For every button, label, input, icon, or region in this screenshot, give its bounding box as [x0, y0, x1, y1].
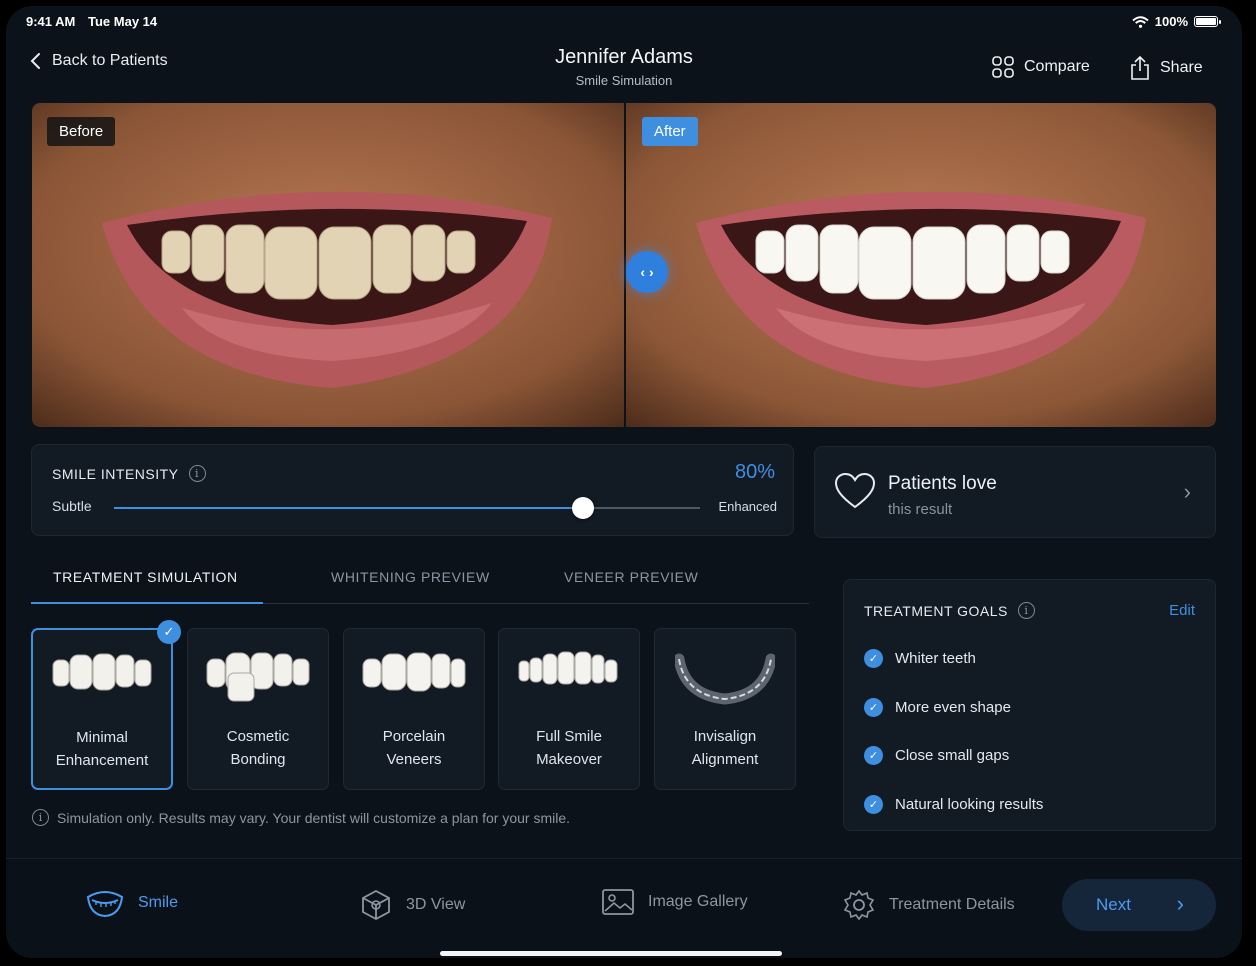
goal-item: ✓ More even shape [864, 698, 1011, 717]
next-button[interactable]: Next › [1062, 879, 1216, 931]
status-time: 9:41 AM [26, 14, 76, 29]
before-tag: Before [47, 117, 116, 146]
chevron-right-icon: › [1183, 479, 1191, 504]
treatment-goals-card: TREATMENT GOALS i Edit ✓ Whiter teeth ✓ Mo… [843, 579, 1216, 831]
love-subtitle: this result [888, 501, 953, 518]
gear-icon [843, 889, 875, 921]
intensity-min-label: Subtle [52, 498, 92, 514]
teeth-makeover-icon [499, 651, 639, 711]
nav-3d-view[interactable]: 3D View [360, 889, 465, 921]
chevron-right-icon: › [1176, 891, 1184, 916]
before-photo: Before [32, 103, 624, 427]
home-indicator [440, 951, 782, 956]
info-icon: i [32, 809, 49, 826]
disclaimer: i Simulation only. Results may vary. You… [32, 809, 570, 826]
cube-icon [362, 889, 390, 921]
treatment-name: Cosmetic Bonding [226, 728, 290, 768]
preview-tabs: TREATMENT SIMULATION WHITENING PREVIEW V… [31, 564, 809, 604]
nav-smile[interactable]: Smile [86, 889, 178, 917]
status-date: Tue May 14 [88, 14, 158, 29]
share-icon [1131, 56, 1149, 80]
teeth-minimal-icon [33, 652, 171, 712]
goal-item: ✓ Natural looking results [864, 795, 1043, 814]
treatment-name: Full Smile Makeover [536, 728, 602, 768]
image-icon [602, 889, 634, 915]
intensity-label: SMILE INTENSITY [52, 465, 179, 482]
goal-item: ✓ Close small gaps [864, 746, 1009, 765]
nav-image-gallery[interactable]: Image Gallery [602, 889, 748, 915]
intensity-slider-fill [114, 507, 583, 509]
compare-label: Compare [1024, 58, 1090, 75]
check-icon: ✓ [864, 698, 883, 717]
treatment-name: Porcelain Veneers [382, 728, 446, 768]
smile-icon [86, 891, 124, 917]
wifi-icon [1132, 15, 1149, 28]
chevron-left-right-icon: ‹ › [640, 264, 654, 280]
grid-icon [992, 56, 1014, 78]
nav-treatment-details[interactable]: Treatment Details [843, 889, 1015, 921]
selected-check-icon: ✓ [157, 620, 181, 644]
battery-percent: 100% [1154, 14, 1188, 29]
treatment-option-invisalign-alignment[interactable]: Invisalign Alignment [654, 628, 796, 790]
nav-treatment-details-label: Treatment Details [889, 896, 1015, 913]
intensity-slider[interactable] [114, 497, 700, 519]
intensity-slider-thumb[interactable] [571, 497, 594, 519]
tab-whitening-preview[interactable]: WHITENING PREVIEW [331, 569, 490, 585]
treatment-name: Invisalign Alignment [691, 728, 759, 768]
after-tag: After [642, 117, 698, 146]
battery-icon [1194, 16, 1221, 27]
disclaimer-text: Simulation only. Results may vary. Your … [57, 809, 571, 826]
status-bar: 9:41 AM Tue May 14 100% [26, 14, 1221, 32]
patients-love-card[interactable]: Patients love this result › [814, 446, 1216, 538]
info-icon[interactable]: i [188, 465, 206, 482]
love-title: Patients love [888, 473, 997, 494]
treatment-option-cosmetic-bonding[interactable]: Cosmetic Bonding [187, 628, 329, 790]
info-icon[interactable]: i [1017, 602, 1035, 619]
share-label: Share [1160, 59, 1203, 76]
goal-item: ✓ Whiter teeth [864, 649, 976, 668]
intensity-label-row: SMILE INTENSITY i [52, 465, 206, 482]
intensity-max-label: Enhanced [718, 499, 777, 514]
treatment-option-full-smile-makeover[interactable]: Full Smile Makeover [498, 628, 640, 790]
aligner-icon [655, 651, 795, 711]
nav-image-gallery-label: Image Gallery [648, 893, 748, 910]
heart-icon [835, 473, 875, 509]
treatment-name: Minimal Enhancement [55, 729, 149, 769]
status-right: 100% [1132, 14, 1221, 29]
check-icon: ✓ [864, 746, 883, 765]
intensity-value: 80% [734, 461, 775, 483]
before-after-compare[interactable]: Before After ‹ › [32, 103, 1216, 427]
compare-slider-handle[interactable]: ‹ › [626, 251, 668, 293]
teeth-veneers-icon [344, 651, 484, 711]
next-label: Next [1096, 895, 1131, 914]
check-icon: ✓ [864, 649, 883, 668]
bottom-nav: Smile 3D View Image Gallery Treatment De… [6, 858, 1242, 958]
goals-edit-button[interactable]: Edit [1169, 602, 1195, 619]
compare-button[interactable]: Compare [992, 56, 1090, 78]
share-button[interactable]: Share [1130, 56, 1203, 80]
after-photo: After [624, 103, 1216, 427]
nav-smile-label: Smile [138, 894, 179, 911]
nav-3d-view-label: 3D View [406, 896, 466, 913]
treatment-option-minimal-enhancement[interactable]: Minimal Enhancement ✓ [31, 620, 181, 790]
goals-label-row: TREATMENT GOALS i [864, 602, 1035, 619]
smile-intensity-card: SMILE INTENSITY i 80% Subtle Enhanced [31, 444, 794, 536]
teeth-bonding-icon [188, 651, 328, 711]
goals-label: TREATMENT GOALS [864, 602, 1008, 619]
tab-underline [31, 602, 263, 604]
tab-veneer-preview[interactable]: VENEER PREVIEW [564, 569, 698, 585]
tab-treatment-simulation[interactable]: TREATMENT SIMULATION [53, 569, 238, 585]
app-screen: 9:41 AM Tue May 14 100% Back to Patients… [6, 6, 1242, 958]
check-icon: ✓ [864, 795, 883, 814]
treatment-option-porcelain-veneers[interactable]: Porcelain Veneers [343, 628, 485, 790]
